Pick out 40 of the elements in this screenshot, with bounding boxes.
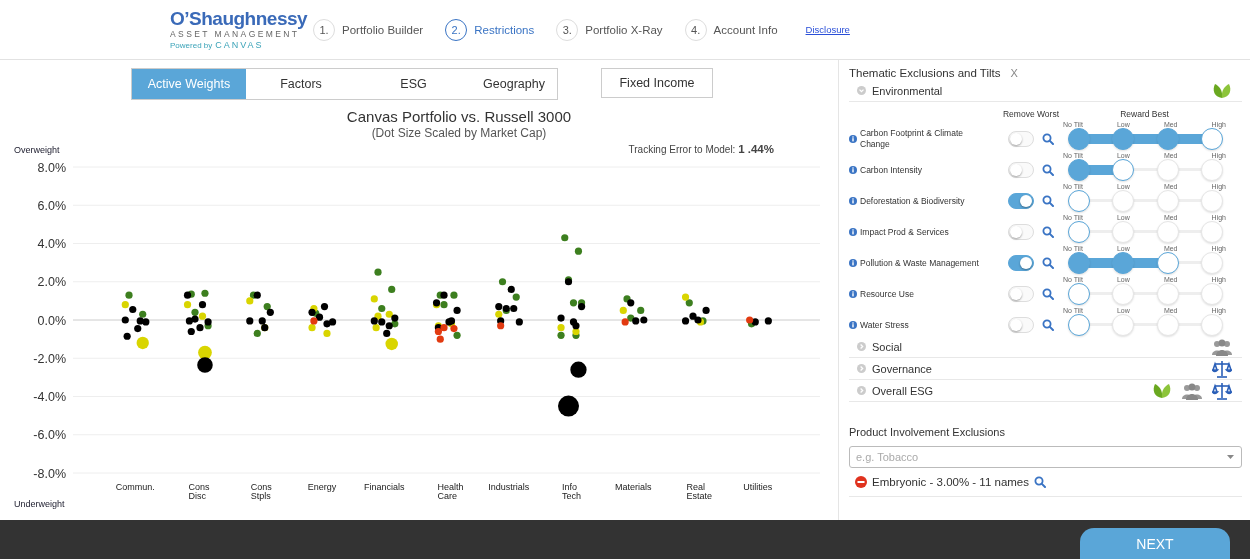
axis-label: Financials [364,482,405,492]
axis-label: Industrials [488,482,530,492]
axis-label: Commun. [115,482,155,492]
theme-label: Impact Prod & Services [860,226,949,238]
axis-label: Cons Stpls [250,482,272,501]
axis-label: -2.0% [33,351,66,366]
axis-label: 6.0% [37,198,66,213]
column-header: Remove Worst [1001,109,1061,119]
axis-label: 4.0% [37,237,66,251]
axis-label: 2.0% [37,275,66,290]
axis-label: Info Tech [562,482,581,501]
axis-label: Health Care [437,482,464,501]
axis-title: Underweight [14,499,66,509]
axis-label: Utilities [743,482,773,492]
chart-subtitle: (Dot Size Scaled by Market Cap) [370,126,548,141]
logo-subtitle: ASSET MANAGEMENT [170,28,300,40]
axis-label: Cons Disc [188,482,210,501]
column-header: Reward Best [1119,109,1170,119]
theme-label: Water Stress [860,319,909,331]
theme-label: Carbon Intensity [860,164,922,176]
axis-label: Materials [615,482,652,492]
exclusion-item: Embryonic - 3.00% - 11 names [872,476,1030,488]
axis-label: -8.0% [33,466,66,481]
axis-label: Real Estate [686,482,712,501]
axis-label: 0.0% [37,313,66,328]
chart-title: Canvas Portfolio vs. Russell 3000 [345,108,573,126]
axis-label: Energy [307,482,337,492]
powered-by-text: Powered by [170,39,213,51]
axis-label: 8.0% [37,160,66,175]
theme-label: Pollution & Waste Management [860,257,979,269]
theme-label: Resource Use [860,288,914,300]
panel-title: Thematic Exclusions and Tilts [849,67,1001,79]
section-title: Product Involvement Exclusions [849,426,1006,440]
theme-label: Carbon Footprint & Climate Change [860,128,964,150]
platform-name: CANVAS [215,39,264,51]
axis-label: -4.0% [33,390,66,404]
tracking-error: Tracking Error to Model: 1 .44% [628,143,774,155]
axis-title: Overweight [14,145,60,155]
theme-label: Deforestation & Biodiversity [860,195,965,207]
axis-label: -6.0% [33,428,66,443]
